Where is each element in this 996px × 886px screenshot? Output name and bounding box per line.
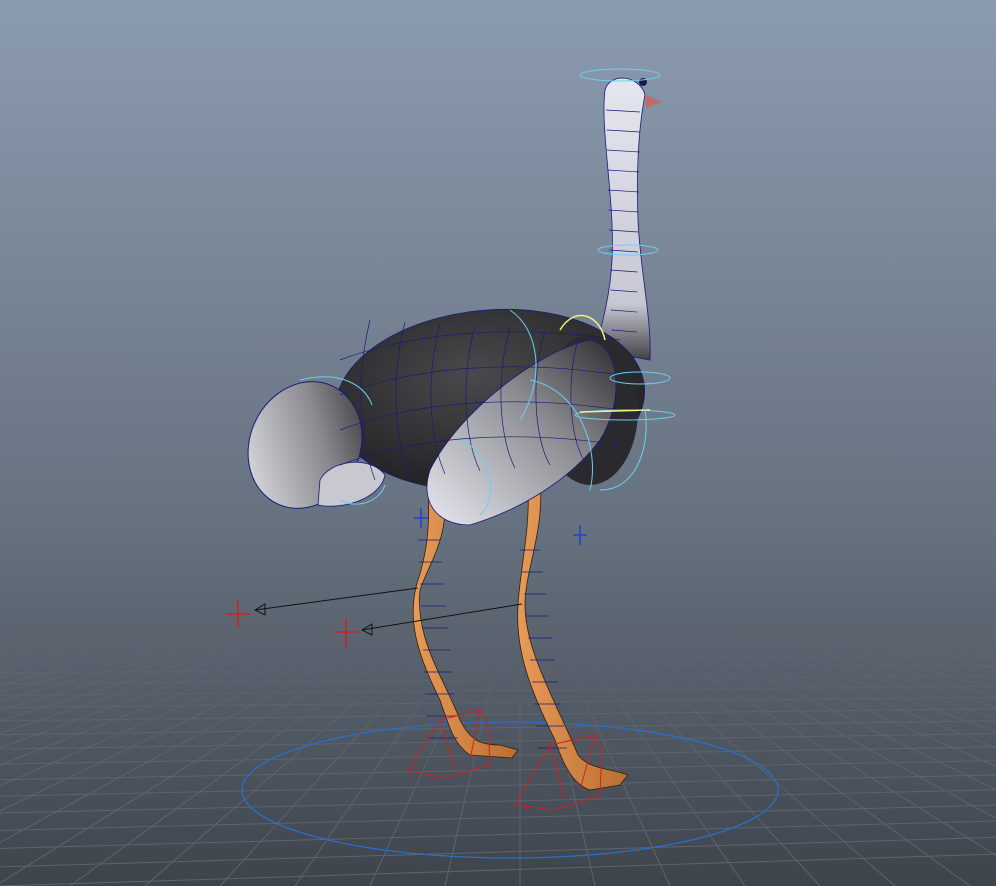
3d-viewport[interactable] [0,0,996,886]
grid-line [0,624,996,627]
viewport-canvas[interactable] [0,0,996,886]
